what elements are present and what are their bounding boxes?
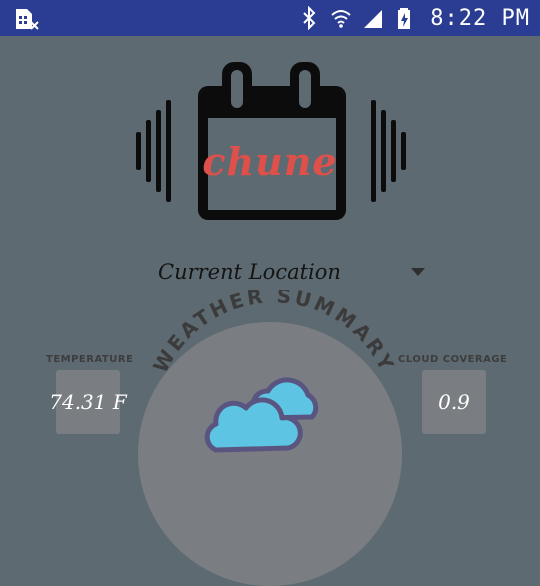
svg-text:WEATHER SUMMARY: WEATHER SUMMARY <box>148 290 400 377</box>
dropdown-arrow-icon <box>411 268 425 276</box>
logo-wordmark: chune <box>202 139 338 184</box>
cell-signal-icon <box>364 10 383 28</box>
cloud-coverage-value: 0.9 <box>438 390 470 414</box>
status-bar: 8:22 PM <box>0 0 540 36</box>
sim-card-x-icon <box>16 9 39 30</box>
bluetooth-icon <box>303 6 316 30</box>
wifi-icon <box>331 10 351 28</box>
temperature-value: 74.31 F <box>49 390 127 414</box>
location-dropdown[interactable]: Current Location <box>150 254 430 290</box>
temperature-value-box: 74.31 F <box>49 370 127 434</box>
location-selected-value: Current Location <box>158 260 341 284</box>
cloud-icon <box>204 377 319 453</box>
clock-time: 8:22 PM <box>430 5 530 31</box>
cloud-coverage-value-box: 0.9 <box>422 370 486 434</box>
battery-charging-icon <box>398 8 411 29</box>
temperature-label: TEMPERATURE <box>46 354 134 365</box>
cloud-coverage-label: CLOUD COVERAGE <box>398 354 508 365</box>
